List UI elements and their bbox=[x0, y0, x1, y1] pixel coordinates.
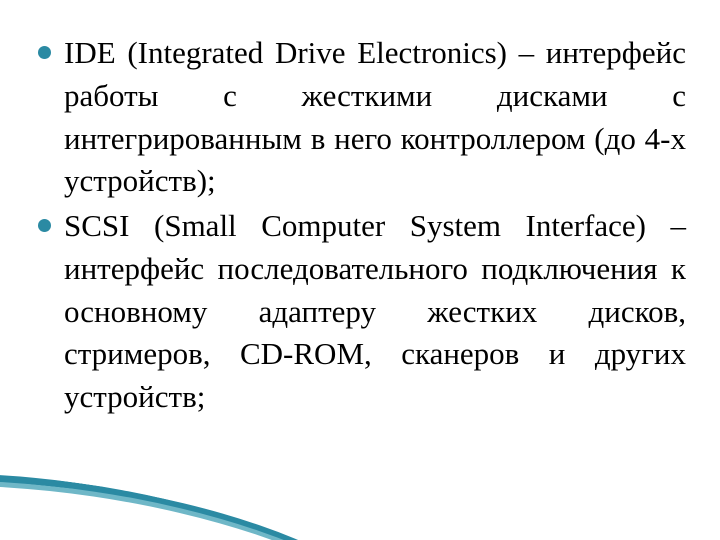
list-item: IDE (Integrated Drive Electronics) – инт… bbox=[34, 32, 686, 203]
bullet-list: IDE (Integrated Drive Electronics) – инт… bbox=[34, 32, 686, 419]
content-area: IDE (Integrated Drive Electronics) – инт… bbox=[34, 32, 686, 500]
slide: IDE (Integrated Drive Electronics) – инт… bbox=[0, 0, 720, 540]
bullet-text: IDE (Integrated Drive Electronics) – инт… bbox=[64, 35, 686, 198]
bullet-text: SCSI (Small Computer System Interface) –… bbox=[64, 208, 686, 414]
list-item: SCSI (Small Computer System Interface) –… bbox=[34, 205, 686, 419]
